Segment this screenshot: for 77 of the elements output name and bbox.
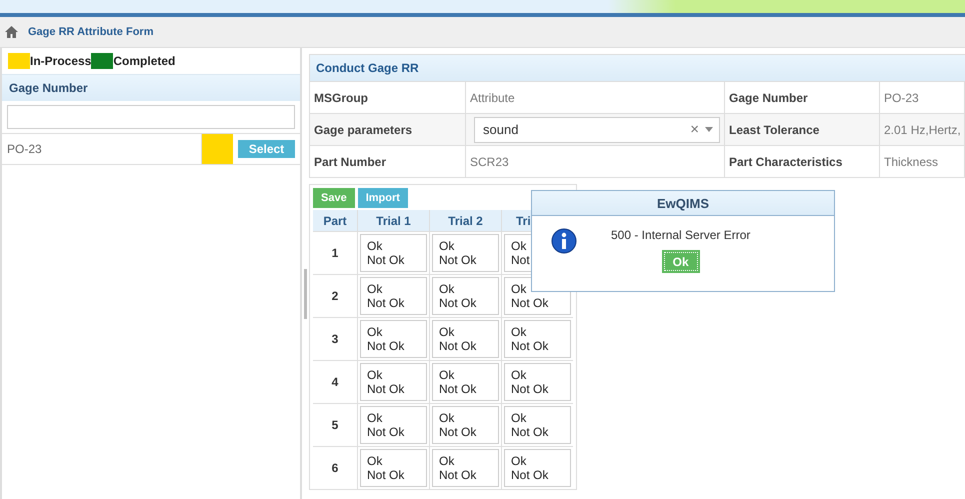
- legend-label: Completed: [113, 54, 176, 68]
- field-value: SCR23: [466, 146, 725, 177]
- option-list[interactable]: Ok Not Ok: [360, 320, 427, 358]
- option-item[interactable]: Ok: [367, 239, 426, 253]
- option-item[interactable]: Not Ok: [439, 339, 498, 353]
- option-list[interactable]: Ok Not Ok: [360, 449, 427, 487]
- option-item[interactable]: Ok: [367, 325, 426, 339]
- option-item[interactable]: Not Ok: [511, 425, 570, 439]
- field-value: Thickness: [880, 146, 965, 177]
- option-item[interactable]: Ok: [439, 454, 498, 468]
- part-number: 1: [313, 232, 357, 274]
- option-item[interactable]: Ok: [511, 368, 570, 382]
- option-item[interactable]: Ok: [439, 411, 498, 425]
- option-item[interactable]: Ok: [511, 454, 570, 468]
- option-item[interactable]: Ok: [439, 282, 498, 296]
- breadcrumb-title: Gage RR Attribute Form: [28, 26, 154, 38]
- option-item[interactable]: Not Ok: [439, 296, 498, 310]
- error-message: 500 - Internal Server Error: [611, 228, 750, 242]
- option-item[interactable]: Not Ok: [439, 253, 498, 267]
- option-item[interactable]: Ok: [367, 282, 426, 296]
- option-item[interactable]: Not Ok: [367, 468, 426, 482]
- dialog-title: EwQIMS: [532, 191, 834, 216]
- option-item[interactable]: Ok: [367, 411, 426, 425]
- option-list[interactable]: Ok Not Ok: [432, 449, 499, 487]
- option-list[interactable]: Ok Not Ok: [432, 363, 499, 401]
- option-list[interactable]: Ok Not Ok: [504, 363, 571, 401]
- option-list[interactable]: Ok Not Ok: [432, 277, 499, 315]
- option-item[interactable]: Not Ok: [367, 253, 426, 267]
- column-header: Trial 2: [430, 210, 501, 231]
- column-header: Part: [313, 210, 357, 231]
- option-list[interactable]: Ok Not Ok: [432, 320, 499, 358]
- option-item[interactable]: Not Ok: [367, 339, 426, 353]
- option-item[interactable]: Ok: [367, 368, 426, 382]
- option-item[interactable]: Not Ok: [511, 468, 570, 482]
- option-item[interactable]: Ok: [511, 411, 570, 425]
- field-label: Part Number: [310, 146, 466, 177]
- part-number: 5: [313, 404, 357, 446]
- column-header: Trial 1: [358, 210, 429, 231]
- option-item[interactable]: Ok: [439, 325, 498, 339]
- splitter-handle[interactable]: [304, 268, 307, 318]
- part-number: 4: [313, 361, 357, 403]
- option-item[interactable]: Not Ok: [511, 296, 570, 310]
- parameter-select[interactable]: sound ×: [474, 116, 720, 142]
- option-list[interactable]: Ok Not Ok: [432, 234, 499, 272]
- option-item[interactable]: Ok: [439, 368, 498, 382]
- caret-icon[interactable]: [705, 127, 713, 132]
- home-icon[interactable]: [5, 26, 18, 38]
- info-icon: [551, 228, 577, 254]
- option-list[interactable]: Ok Not Ok: [360, 277, 427, 315]
- option-item[interactable]: Not Ok: [439, 468, 498, 482]
- option-item[interactable]: Ok: [439, 239, 498, 253]
- option-item[interactable]: Not Ok: [511, 382, 570, 396]
- option-item[interactable]: Ok: [511, 325, 570, 339]
- option-list[interactable]: Ok Not Ok: [504, 320, 571, 358]
- gage-number: PO-23: [6, 142, 43, 156]
- option-item[interactable]: Not Ok: [367, 382, 426, 396]
- option-item[interactable]: Not Ok: [367, 296, 426, 310]
- option-list[interactable]: Ok Not Ok: [360, 234, 427, 272]
- option-item[interactable]: Not Ok: [511, 339, 570, 353]
- part-number: 2: [313, 275, 357, 317]
- search-field[interactable]: [7, 105, 295, 129]
- part-number: 6: [313, 447, 357, 489]
- option-item[interactable]: Not Ok: [367, 425, 426, 439]
- panel-header: Gage Number: [2, 74, 300, 101]
- option-list[interactable]: Ok Not Ok: [504, 449, 571, 487]
- field-label: Part Characteristics: [725, 146, 880, 177]
- clear-icon[interactable]: ×: [690, 121, 699, 138]
- part-number: 3: [313, 318, 357, 360]
- option-list[interactable]: Ok Not Ok: [360, 406, 427, 444]
- option-list[interactable]: Ok Not Ok: [432, 406, 499, 444]
- option-list[interactable]: Ok Not Ok: [504, 406, 571, 444]
- option-item[interactable]: Not Ok: [439, 425, 498, 439]
- option-item[interactable]: Not Ok: [439, 382, 498, 396]
- option-list[interactable]: Ok Not Ok: [360, 363, 427, 401]
- panel-header: Conduct Gage RR: [310, 55, 965, 81]
- legend-label: In-Process: [30, 54, 92, 68]
- option-item[interactable]: Ok: [367, 454, 426, 468]
